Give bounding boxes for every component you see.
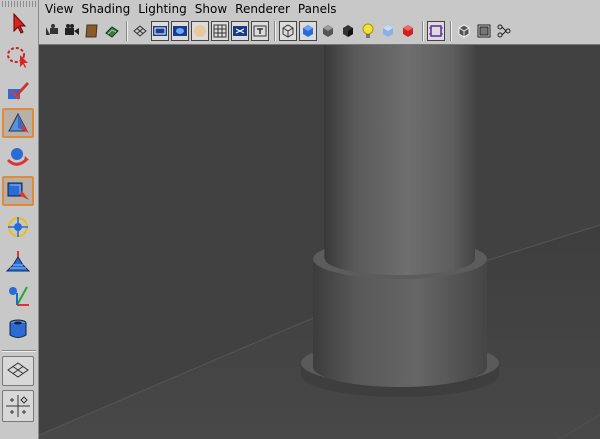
menu-show[interactable]: Show: [195, 2, 227, 16]
wireframe-on-shaded-button[interactable]: [455, 21, 473, 41]
lasso-tool-icon: [7, 47, 28, 68]
perspective-viewport[interactable]: [39, 45, 600, 439]
field-chart-icon: [194, 25, 206, 37]
toolbar-separator: [274, 21, 276, 41]
xray-button[interactable]: [251, 21, 269, 41]
universal-manipulator-icon: [8, 217, 28, 237]
scale-tool-icon: [7, 182, 29, 200]
menu-view[interactable]: View: [45, 2, 73, 16]
viewport-scene[interactable]: [39, 45, 600, 439]
toolbar-separator: [422, 21, 424, 41]
wireframe-cube-icon: [282, 24, 294, 38]
default-lighting-button[interactable]: [359, 21, 377, 41]
select-tool[interactable]: [2, 8, 34, 38]
column-shaft: [325, 45, 475, 275]
shadows-button[interactable]: [399, 21, 417, 41]
toolbox-separator: [2, 350, 36, 352]
show-manipulator-icon: [9, 286, 29, 306]
isolate-select-button[interactable]: [427, 21, 445, 41]
film-gate-icon: [153, 26, 167, 36]
soft-modification-icon: [5, 251, 31, 272]
soft-modification-tool[interactable]: [2, 246, 34, 276]
single-perspective-layout[interactable]: [2, 356, 34, 386]
safe-action-icon: [213, 24, 227, 38]
bounding-box-icon: [343, 25, 353, 37]
hypershade-icon: [497, 24, 511, 38]
select-camera-button[interactable]: [43, 21, 61, 41]
bounding-box-button[interactable]: [339, 21, 357, 41]
image-plane-button[interactable]: [103, 21, 121, 41]
textured-button[interactable]: [379, 21, 397, 41]
wireframe-on-shaded-icon: [458, 24, 470, 38]
flat-shade-cube-icon: [323, 25, 333, 37]
last-used-tool-icon: [9, 319, 27, 338]
four-view-layout-icon: [6, 395, 30, 417]
toolbar-separator: [126, 21, 128, 41]
last-used-tool[interactable]: [2, 314, 34, 344]
smooth-shade-cube-icon: [303, 25, 313, 37]
image-plane-icon: [105, 26, 119, 38]
move-tool-icon: [8, 112, 29, 133]
frame-all-icon: [477, 24, 491, 38]
paint-select-tool[interactable]: [2, 76, 34, 106]
resolution-gate-icon: [173, 26, 187, 36]
wireframe-cube-button[interactable]: [279, 21, 297, 41]
bookmarks-button[interactable]: [83, 21, 101, 41]
show-manipulator-tool[interactable]: [2, 280, 34, 310]
rotate-tool-icon: [6, 148, 29, 166]
four-view-layout[interactable]: [2, 390, 34, 422]
film-gate-button[interactable]: [151, 21, 169, 41]
toolbar-separator: [450, 21, 452, 41]
field-chart-button[interactable]: [191, 21, 209, 41]
menu-renderer[interactable]: Renderer: [235, 2, 290, 16]
universal-manipulator[interactable]: [2, 212, 34, 242]
scale-tool[interactable]: [2, 176, 34, 206]
flat-shade-cube-button[interactable]: [319, 21, 337, 41]
menu-lighting[interactable]: Lighting: [138, 2, 187, 16]
wireframe-smooth-button[interactable]: [131, 21, 149, 41]
xray-icon: [253, 25, 267, 37]
move-tool[interactable]: [2, 108, 34, 138]
panel-menu-bar: View Shading Lighting Show Renderer Pane…: [39, 0, 600, 18]
single-perspective-layout-icon: [7, 362, 29, 378]
grid-button[interactable]: [231, 21, 249, 41]
shadows-icon: [403, 25, 413, 37]
lasso-tool[interactable]: [2, 42, 34, 72]
panel-toolbar: [39, 18, 600, 45]
wireframe-smooth-icon: [133, 25, 147, 37]
textured-icon: [383, 25, 393, 37]
camera-attributes-icon: [65, 24, 79, 35]
default-lighting-icon: [362, 23, 374, 38]
resolution-gate-button[interactable]: [171, 21, 189, 41]
select-camera-icon: [46, 24, 58, 35]
frame-all-button[interactable]: [475, 21, 493, 41]
toolbox-grip[interactable]: [2, 1, 36, 7]
rotate-tool[interactable]: [2, 142, 34, 172]
paint-select-tool-icon: [8, 82, 29, 100]
smooth-shade-cube-button[interactable]: [299, 21, 317, 41]
select-tool-icon: [13, 12, 27, 34]
menu-panels[interactable]: Panels: [298, 2, 337, 16]
bookmarks-icon: [85, 24, 98, 38]
grid-icon: [233, 26, 247, 36]
isolate-select-icon: [429, 25, 443, 37]
hypershade-button[interactable]: [495, 21, 513, 41]
menu-shading[interactable]: Shading: [81, 2, 130, 16]
safe-action-button[interactable]: [211, 21, 229, 41]
toolbox: [0, 0, 39, 439]
camera-attributes-button[interactable]: [63, 21, 81, 41]
